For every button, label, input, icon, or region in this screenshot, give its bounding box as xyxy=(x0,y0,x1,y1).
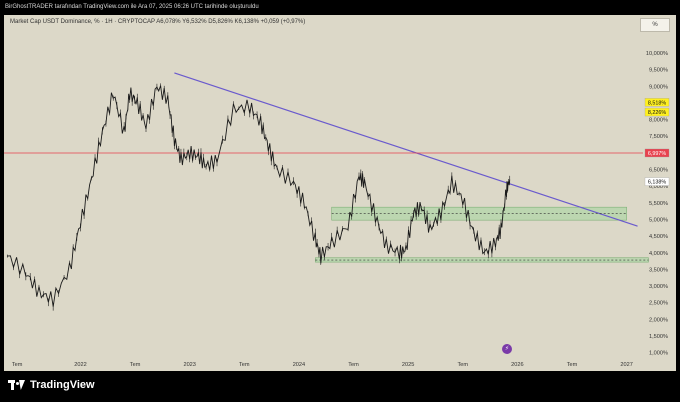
y-tick-label: 1,500% xyxy=(649,334,668,340)
x-tick-label: 2023 xyxy=(183,362,195,368)
event-badge-icon[interactable]: ⚡ xyxy=(502,344,512,354)
y-tick-label: 2,500% xyxy=(649,301,668,307)
y-tick-label: 8,000% xyxy=(649,118,668,124)
footer-bar: TradingView xyxy=(0,371,680,402)
chart-legend: Market Cap USDT Dominance, % · 1H · CRYP… xyxy=(10,19,306,25)
x-tick-label: 2026 xyxy=(511,362,523,368)
x-tick-label: 2024 xyxy=(293,362,305,368)
y-tick-label: 2,000% xyxy=(649,317,668,323)
price-series-line xyxy=(7,85,511,307)
y-tick-label: 7,500% xyxy=(649,134,668,140)
y-tick-label: 3,000% xyxy=(649,284,668,290)
brand-name: TradingView xyxy=(30,379,95,391)
price-tag-label: 8,518% xyxy=(648,100,666,106)
y-tick-label: 4,000% xyxy=(649,251,668,257)
x-tick-label: 2027 xyxy=(620,362,632,368)
unit-button[interactable]: % xyxy=(640,18,670,32)
tradingview-logo[interactable]: TradingView xyxy=(8,379,95,391)
x-tick-label: Tem xyxy=(457,362,468,368)
y-tick-label: 9,000% xyxy=(649,84,668,90)
y-tick-label: 3,500% xyxy=(649,267,668,273)
x-tick-label: Tem xyxy=(239,362,250,368)
x-tick-label: Tem xyxy=(348,362,359,368)
x-tick-label: Tem xyxy=(567,362,578,368)
y-tick-label: 5,000% xyxy=(649,217,668,223)
x-tick-label: Tem xyxy=(130,362,141,368)
price-tag-label: 8,226% xyxy=(648,110,666,116)
y-tick-label: 5,500% xyxy=(649,201,668,207)
y-tick-label: 6,500% xyxy=(649,168,668,174)
x-tick-label: 2022 xyxy=(74,362,86,368)
x-tick-label: 2025 xyxy=(402,362,414,368)
descending-trendline xyxy=(174,72,638,227)
y-tick-label: 10,000% xyxy=(646,51,668,57)
y-tick-label: 1,000% xyxy=(649,351,668,357)
y-tick-label: 9,500% xyxy=(649,68,668,74)
price-tag-label: 6,997% xyxy=(648,151,666,157)
y-tick-label: 4,500% xyxy=(649,234,668,240)
chart-svg[interactable]: 10,000%9,500%9,000%8,500%8,000%7,500%7,0… xyxy=(0,0,680,402)
price-tag-label: 6,138% xyxy=(648,180,666,186)
x-tick-label: Tem xyxy=(12,362,23,368)
tradingview-mark-icon xyxy=(8,380,25,390)
